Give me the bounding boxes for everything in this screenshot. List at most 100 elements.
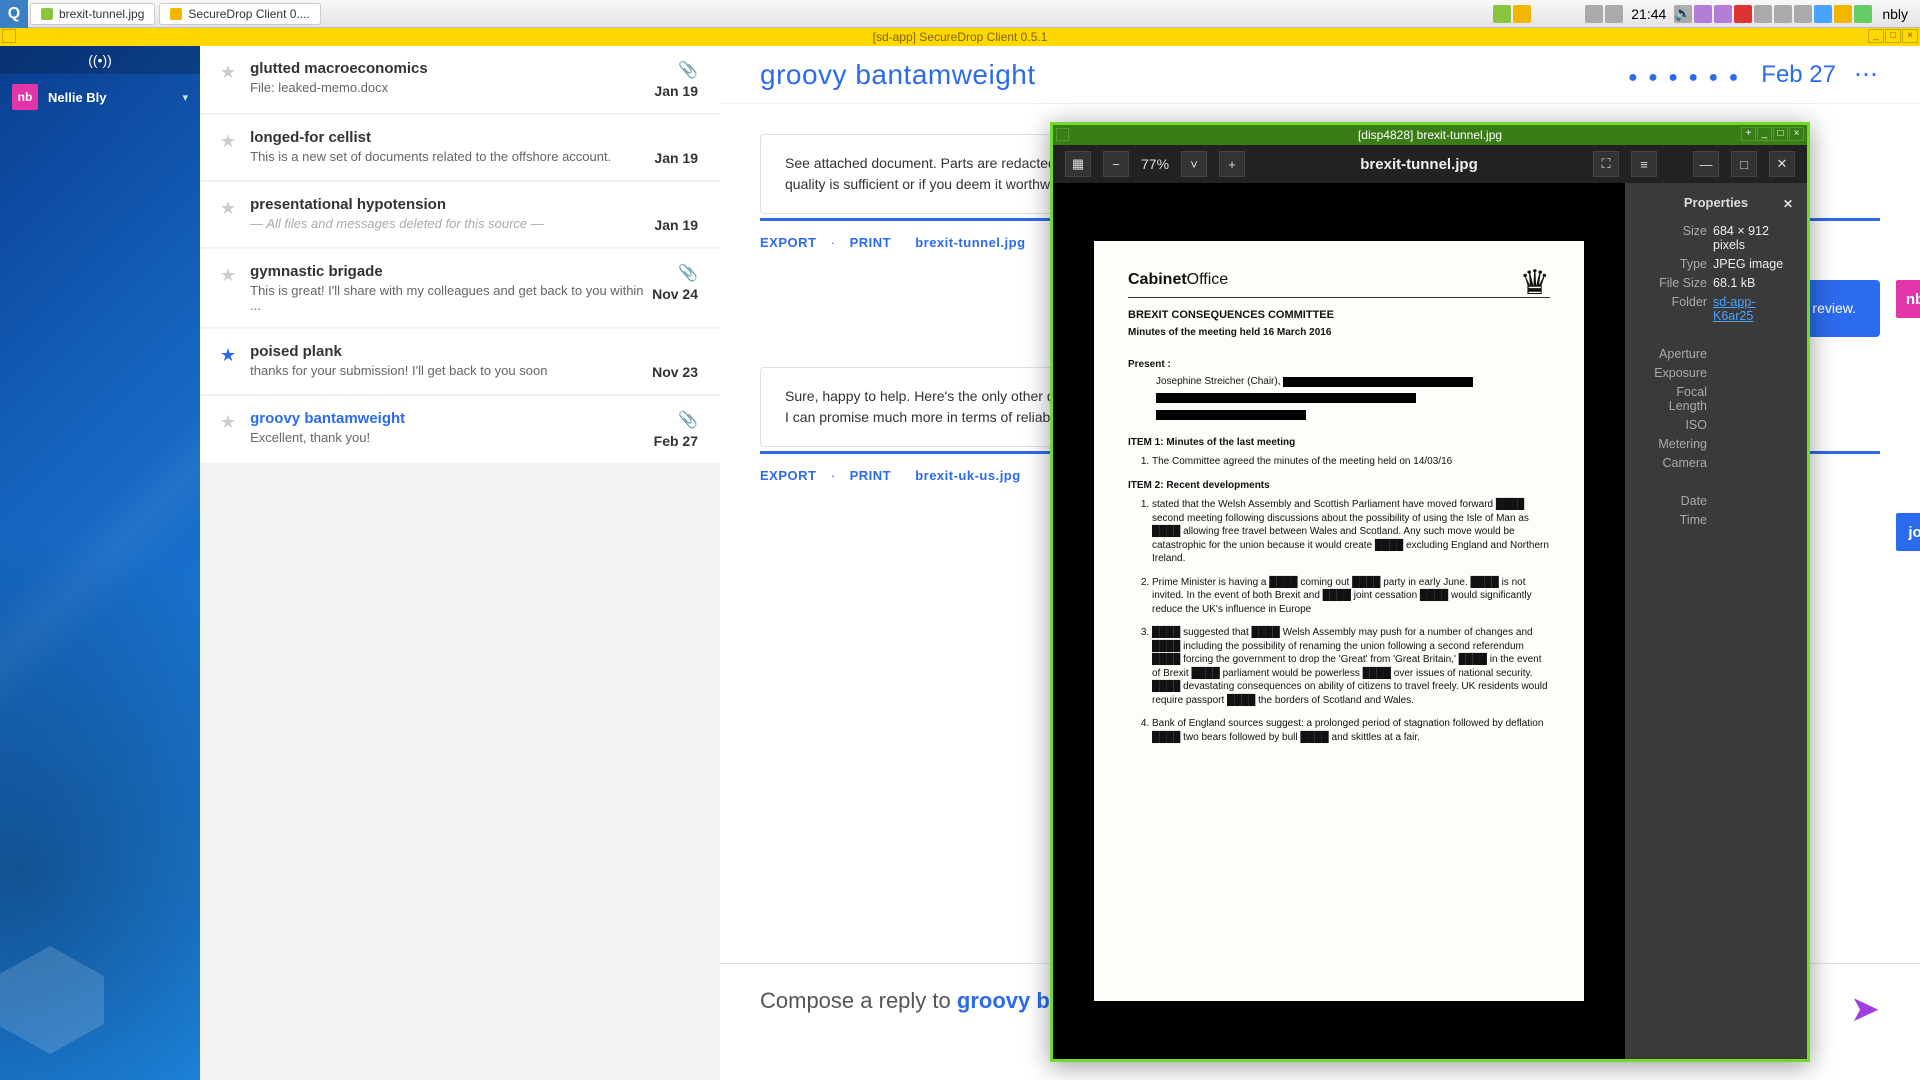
prop-size: 684 × 912 pixels [1713,224,1793,252]
close-panel-button[interactable]: ✕ [1783,197,1793,211]
minimize-button[interactable]: _ [1868,29,1884,43]
properties-panel: Properties✕ Size684 × 912 pixels TypeJPE… [1625,183,1807,1059]
source-item[interactable]: ★ gymnastic brigade This is great! I'll sh… [200,249,720,328]
tray-icon[interactable] [1794,5,1812,23]
source-item[interactable]: ★ longed-for cellist This is a new set of … [200,115,720,181]
viewer-title-text: [disp4828] brexit-tunnel.jpg [1358,128,1502,142]
attachment-filename[interactable]: brexit-tunnel.jpg [915,235,1025,250]
star-icon[interactable]: ★ [220,198,236,233]
close-button[interactable]: × [1789,127,1804,141]
tray-icon[interactable] [1585,5,1603,23]
tray-icon[interactable] [1493,5,1511,23]
securedrop-logo [0,940,110,1060]
source-date: Nov 23 [652,364,698,380]
qubes-icon[interactable]: Q [0,0,28,28]
star-icon[interactable]: ★ [220,265,236,313]
send-button[interactable]: ➤ [1850,988,1880,1030]
tray-icon[interactable] [1774,5,1792,23]
clock: 21:44 [1625,6,1672,22]
conversation-title: groovy bantamweight [760,59,1036,91]
tray-icon[interactable] [1605,5,1623,23]
taskbar-tab[interactable]: SecureDrop Client 0.... [159,3,320,25]
source-item[interactable]: ★poised plankthanks for your submission!… [200,329,720,395]
window-maximize-button[interactable]: □ [1731,151,1757,177]
prop-camera: Camera [1639,456,1713,470]
attachment-filename[interactable]: brexit-uk-us.jpg [915,468,1021,483]
source-preview: — All files and messages deleted for thi… [250,216,654,231]
system-taskbar: Q brexit-tunnel.jpg SecureDrop Client 0.… [0,0,1920,28]
conversation-header: groovy bantamweight ● ● ● ● ● ●Feb 27 ⋯ [720,46,1920,104]
last-activity-date: ● ● ● ● ● ●Feb 27 [1628,61,1836,89]
source-date: Jan 19 [654,150,698,166]
source-item[interactable]: ★groovy bantamweightExcellent, thank you… [200,396,720,464]
source-list[interactable]: ★ glutted macroeconomics File: leaked-memo… [200,46,720,1080]
source-date: Feb 27 [654,433,698,449]
volume-icon[interactable]: 🔊 [1674,5,1692,23]
window-close-button[interactable]: ✕ [1769,151,1795,177]
username-label[interactable]: nbly [1874,6,1916,22]
paperclip-icon: 📎 [654,410,698,430]
user-avatar: nb [12,84,38,110]
tray-icon[interactable] [1814,5,1832,23]
vm-color-icon [41,8,53,20]
window-title-text: [sd-app] SecureDrop Client 0.5.1 [873,30,1048,44]
star-icon[interactable]: ★ [220,345,236,380]
close-button[interactable]: × [1902,29,1918,43]
source-date: Nov 24 [652,286,698,302]
document-text: Bank of England sources suggest: a prolo… [1152,717,1550,744]
window-menu-icon[interactable] [2,29,16,43]
minimize-button[interactable]: _ [1757,127,1772,141]
star-icon[interactable]: ★ [220,412,236,449]
source-item[interactable]: ★ glutted macroeconomics File: leaked-memo… [200,46,720,114]
more-actions-button[interactable]: ⋯ [1854,60,1880,89]
source-name: presentational hypotension [250,196,654,213]
taskbar-tab[interactable]: brexit-tunnel.jpg [30,3,155,25]
sync-status[interactable]: ((•)) [0,46,200,74]
source-name: poised plank [250,343,652,360]
source-preview: This is great! I'll share with my collea… [250,283,652,313]
source-name: longed-for cellist [250,129,654,146]
tray-icon[interactable] [1513,5,1531,23]
window-titlebar[interactable]: [sd-app] SecureDrop Client 0.5.1 _ □ × [0,28,1920,46]
print-button[interactable]: PRINT [850,468,892,483]
source-name: gymnastic brigade [250,263,652,280]
window-menu-icon[interactable] [1056,128,1069,141]
maximize-button[interactable]: □ [1885,29,1901,43]
window-minimize-button[interactable]: — [1693,151,1719,177]
viewer-filename: brexit-tunnel.jpg [1257,156,1581,173]
star-icon[interactable]: ★ [220,131,236,166]
tor-icon[interactable] [1714,5,1732,23]
source-preview: This is a new set of documents related t… [250,149,654,164]
image-viewer-window[interactable]: [disp4828] brexit-tunnel.jpg + _ □ × ▦ −… [1050,122,1810,1062]
source-preview: File: leaked-memo.docx [250,80,654,95]
tray-icon[interactable] [1754,5,1772,23]
tor-icon[interactable] [1694,5,1712,23]
tray-icon[interactable] [1834,5,1852,23]
taskbar-tab-label: brexit-tunnel.jpg [59,7,144,21]
zoom-out-button[interactable]: − [1103,151,1129,177]
pin-button[interactable]: + [1741,127,1756,141]
battery-icon[interactable] [1854,5,1872,23]
gallery-button[interactable]: ▦ [1065,151,1091,177]
hamburger-menu-button[interactable]: ≡ [1631,151,1657,177]
user-menu[interactable]: nb Nellie Bly ▾ [0,74,200,120]
signal-icon[interactable] [1734,5,1752,23]
prop-iso: ISO [1639,418,1713,432]
zoom-level-label: 77% [1141,156,1169,172]
prop-folder-link[interactable]: sd-app-K6ar25 [1713,295,1755,323]
maximize-button[interactable]: □ [1773,127,1788,141]
paperclip-icon: 📎 [654,60,698,80]
source-item[interactable]: ★ presentational hypotension — All files a… [200,182,720,248]
sender-avatar: nb [1896,280,1920,318]
sender-avatar: jo [1896,513,1920,551]
star-icon[interactable]: ★ [220,62,236,99]
zoom-dropdown[interactable]: ˅ [1181,151,1207,177]
export-button[interactable]: EXPORT [760,468,816,483]
image-canvas[interactable]: ♛ CabinetOffice BREXIT CONSEQUENCES COMM… [1053,183,1625,1059]
zoom-in-button[interactable]: + [1219,151,1245,177]
print-button[interactable]: PRINT [850,235,892,250]
source-name: glutted macroeconomics [250,60,654,77]
fullscreen-button[interactable]: ⛶ [1593,151,1619,177]
viewer-titlebar[interactable]: [disp4828] brexit-tunnel.jpg + _ □ × [1053,125,1807,145]
export-button[interactable]: EXPORT [760,235,816,250]
